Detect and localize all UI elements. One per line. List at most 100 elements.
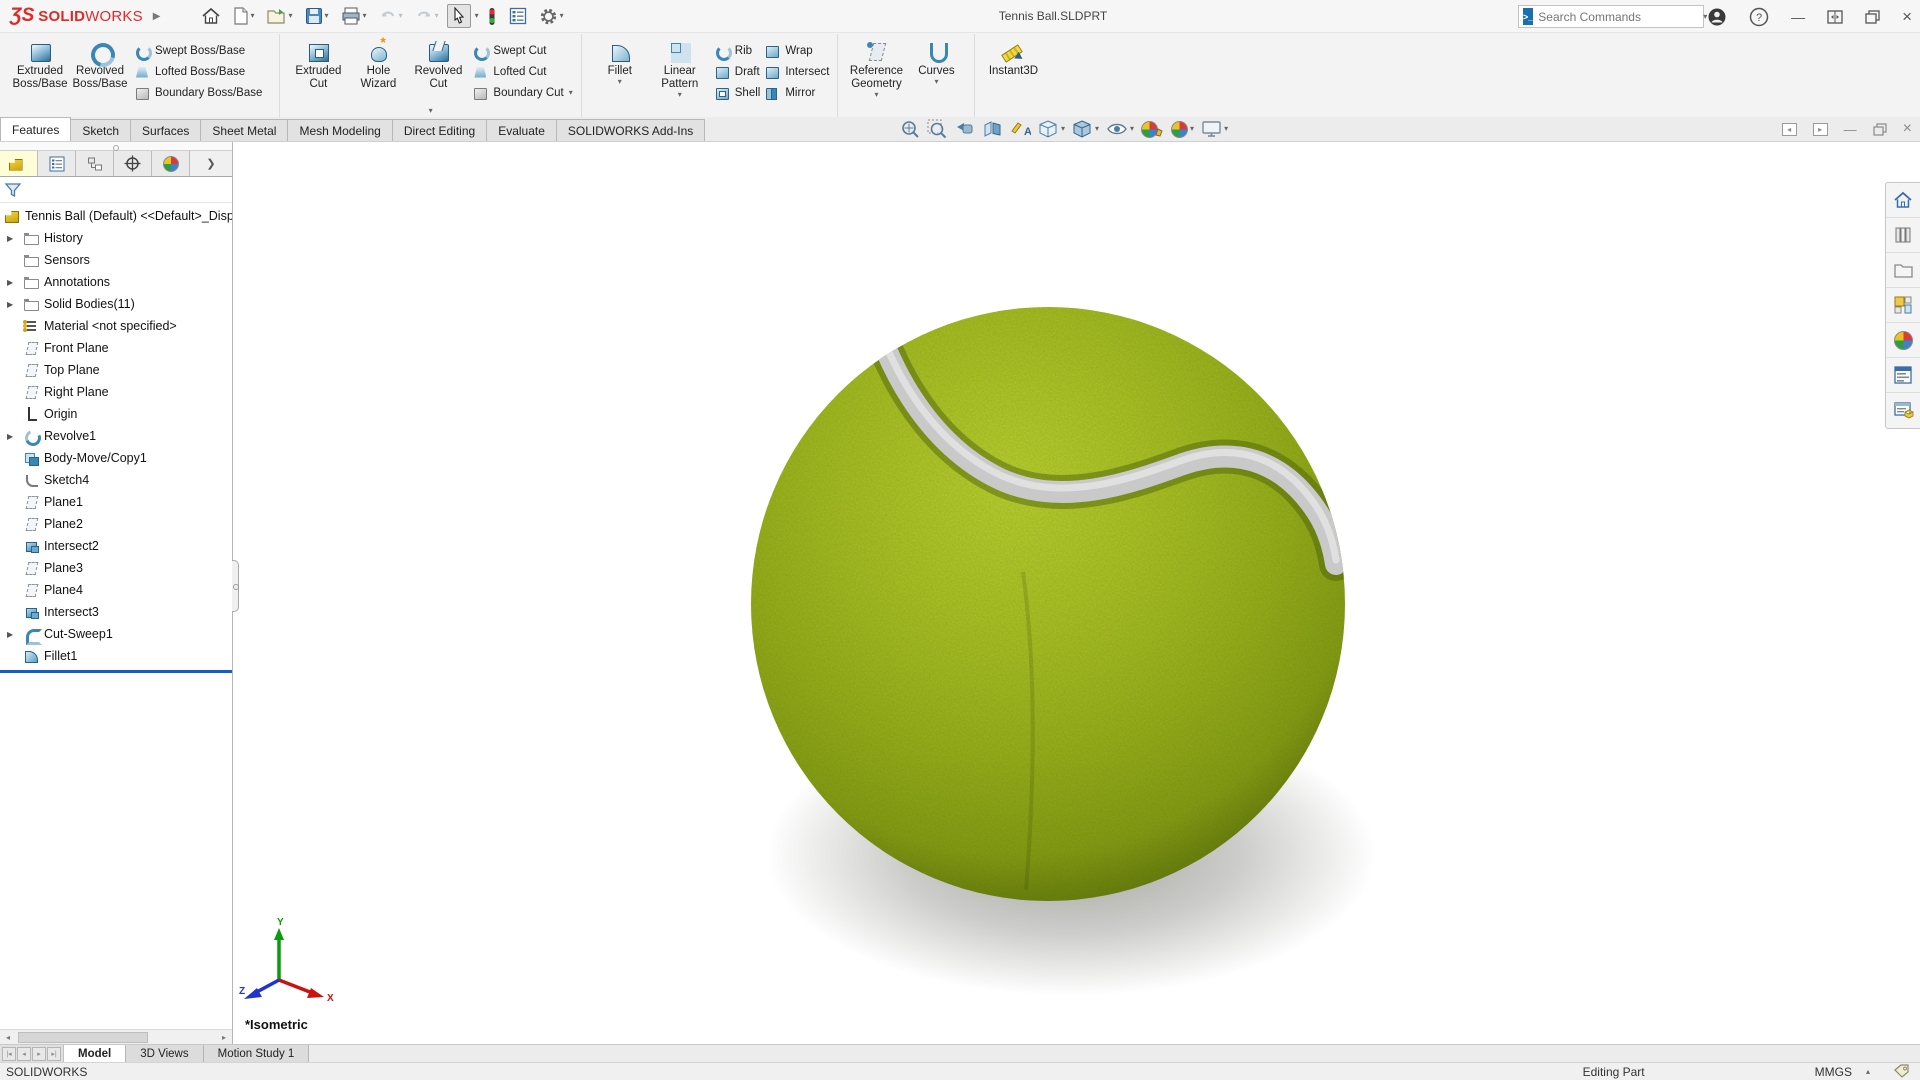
prev-tab-icon[interactable]: ◂ (17, 1047, 31, 1061)
rollback-bar[interactable] (0, 670, 232, 673)
ribbon-stack-button[interactable]: Boundary Cut ▾ (472, 82, 572, 103)
ribbon-stack-button[interactable]: Swept Boss/Base ▾ (134, 40, 271, 61)
ribbon-stack-button[interactable]: Intersect (764, 61, 829, 82)
tree-item[interactable]: ▶ Material <not specified> (0, 315, 232, 337)
ribbon-stack-button[interactable]: Draft (714, 61, 761, 82)
ribbon-stack-button[interactable]: Lofted Cut ▾ (472, 61, 572, 82)
new-document-button[interactable]: ▾ (229, 4, 259, 28)
scroll-right-icon[interactable]: ▸ (216, 1033, 232, 1042)
tree-item[interactable]: ▶ Intersect2 (0, 535, 232, 557)
configurationmanager-tab[interactable] (76, 151, 114, 176)
tree-item[interactable]: ▶ Solid Bodies(11) (0, 293, 232, 315)
file-explorer-button[interactable] (1886, 253, 1920, 288)
tree-item[interactable]: ▶ Right Plane (0, 381, 232, 403)
open-document-button[interactable]: ▾ (263, 4, 297, 28)
solidworks-resources-button[interactable] (1886, 183, 1920, 218)
edit-appearance-button[interactable] (1141, 121, 1164, 138)
tree-item[interactable]: ▶ Plane3 (0, 557, 232, 579)
hide-show-items-button[interactable]: ▾ (1106, 119, 1134, 139)
dropdown-arrow-icon[interactable]: ▾ (934, 78, 938, 87)
ribbon-stack-button[interactable]: Mirror (764, 82, 829, 103)
tree-item[interactable]: ▶ Plane4 (0, 579, 232, 601)
minimize-icon[interactable]: — (1791, 10, 1805, 24)
first-tab-icon[interactable]: |◂ (2, 1047, 16, 1061)
panel-grip[interactable] (0, 142, 232, 150)
tree-item[interactable]: ▶ Body-Move/Copy1 (0, 447, 232, 469)
next-tab-icon[interactable]: ▸ (32, 1047, 46, 1061)
collapse-left-pane-icon[interactable]: ◂ (1782, 123, 1797, 136)
save-button[interactable]: ▾ (301, 4, 333, 28)
display-style-button[interactable]: ▾ (1072, 119, 1099, 139)
display-settings-button[interactable] (505, 4, 531, 28)
section-view-button[interactable] (982, 119, 1003, 139)
units-selector[interactable]: MMGS ▴ (1815, 1065, 1870, 1079)
ribbon-big-button[interactable]: Fillet ▾ (590, 37, 650, 100)
tree-item[interactable]: ▶ Cut-Sweep1 (0, 623, 232, 645)
previous-view-button[interactable] (954, 119, 975, 139)
view-settings-button[interactable]: ▾ (1201, 119, 1228, 139)
tree-item[interactable]: ▶ Plane2 (0, 513, 232, 535)
zoom-to-fit-button[interactable] (900, 119, 920, 139)
ribbon-big-button[interactable]: Extruded Cut ▾ (288, 37, 348, 100)
tree-item[interactable]: ▶ Annotations (0, 271, 232, 293)
select-tool-button[interactable] (447, 4, 471, 28)
dropdown-arrow-icon[interactable]: ▾ (325, 12, 329, 20)
ribbon-big-button[interactable]: Hole Wizard ▾ (348, 37, 408, 100)
expand-panel-tabs-icon[interactable]: ❯ (190, 151, 232, 176)
print-button[interactable]: ▾ (337, 4, 371, 28)
home-button[interactable] (197, 4, 225, 28)
scroll-left-icon[interactable]: ◂ (0, 1033, 16, 1042)
dropdown-arrow-icon[interactable]: ▾ (1190, 125, 1194, 133)
ribbon-tab[interactable]: Direct Editing (392, 119, 487, 141)
apply-scene-button[interactable]: ▾ (1171, 121, 1194, 138)
menu-expand-arrow-icon[interactable]: ▶ (153, 11, 161, 22)
ribbon-tab[interactable]: Mesh Modeling (287, 119, 392, 141)
tree-root-item[interactable]: Tennis Ball (Default) <<Default>_Displa (0, 205, 232, 227)
ribbon-tab[interactable]: SOLIDWORKS Add-Ins (556, 119, 705, 141)
scrollbar-track[interactable] (16, 1031, 216, 1044)
close-icon[interactable]: × (1902, 10, 1912, 24)
dropdown-arrow-icon[interactable]: ▾ (1095, 125, 1099, 133)
ribbon-tab[interactable]: Sketch (70, 119, 131, 141)
dropdown-arrow-icon[interactable]: ▾ (560, 12, 564, 20)
ribbon-big-button[interactable]: Linear Pattern ▾ (650, 37, 710, 100)
ribbon-big-button[interactable]: Revolved Cut ▾ (408, 37, 468, 100)
view-orientation-button[interactable]: ▾ (1038, 119, 1065, 139)
ribbon-big-button[interactable]: Extruded Boss/Base ▾ (10, 37, 70, 100)
dropdown-arrow-icon[interactable]: ▾ (1130, 125, 1134, 133)
undo-button[interactable]: ▾ (375, 5, 407, 27)
redo-button[interactable]: ▾ (411, 5, 443, 27)
options-button[interactable]: ▾ (535, 4, 568, 29)
search-input[interactable] (1538, 10, 1693, 24)
ribbon-stack-button[interactable]: Boundary Boss/Base ▾ (134, 82, 271, 103)
ribbon-big-button[interactable]: Instant3D (983, 37, 1043, 78)
tree-item[interactable]: ▶ Plane1 (0, 491, 232, 513)
ribbon-tab[interactable]: Surfaces (130, 119, 201, 141)
propertymanager-tab[interactable] (38, 151, 76, 176)
panel-horizontal-scrollbar[interactable]: ◂ ▸ (0, 1029, 232, 1044)
zoom-to-area-button[interactable] (927, 119, 947, 139)
ribbon-stack-button[interactable]: Swept Cut ▾ (472, 40, 572, 61)
tree-item[interactable]: ▶ Origin (0, 403, 232, 425)
panel-splitter-handle[interactable] (232, 560, 239, 612)
search-commands-box[interactable]: >_ ▾ (1518, 5, 1704, 28)
dropdown-arrow-icon[interactable]: ▾ (363, 12, 367, 20)
minimize-doc-icon[interactable]: — (1844, 122, 1857, 137)
tree-item[interactable]: ▶ Intersect3 (0, 601, 232, 623)
dropdown-arrow-icon[interactable]: ▾ (435, 12, 439, 20)
dropdown-arrow-icon[interactable]: ▾ (1224, 125, 1228, 133)
dimxpertmanager-tab[interactable] (114, 151, 152, 176)
collapse-right-pane-icon[interactable]: ▸ (1813, 123, 1828, 136)
restore-icon[interactable] (1865, 10, 1880, 24)
expand-arrow-icon[interactable]: ▶ (7, 300, 13, 309)
view-palette-button[interactable] (1886, 288, 1920, 323)
dropdown-arrow-icon[interactable]: ▾ (1061, 125, 1065, 133)
expand-arrow-icon[interactable]: ▶ (7, 234, 13, 243)
ribbon-stack-button[interactable]: Wrap (764, 40, 829, 61)
ribbon-tab[interactable]: Features (0, 117, 71, 141)
tree-item[interactable]: ▶ Front Plane (0, 337, 232, 359)
graphics-viewport[interactable]: Y X Z *Isometric (233, 142, 1920, 1044)
dropdown-arrow-icon[interactable]: ▾ (289, 12, 293, 20)
tree-item[interactable]: ▶ Sensors (0, 249, 232, 271)
dropdown-arrow-icon[interactable]: ▾ (874, 91, 878, 100)
